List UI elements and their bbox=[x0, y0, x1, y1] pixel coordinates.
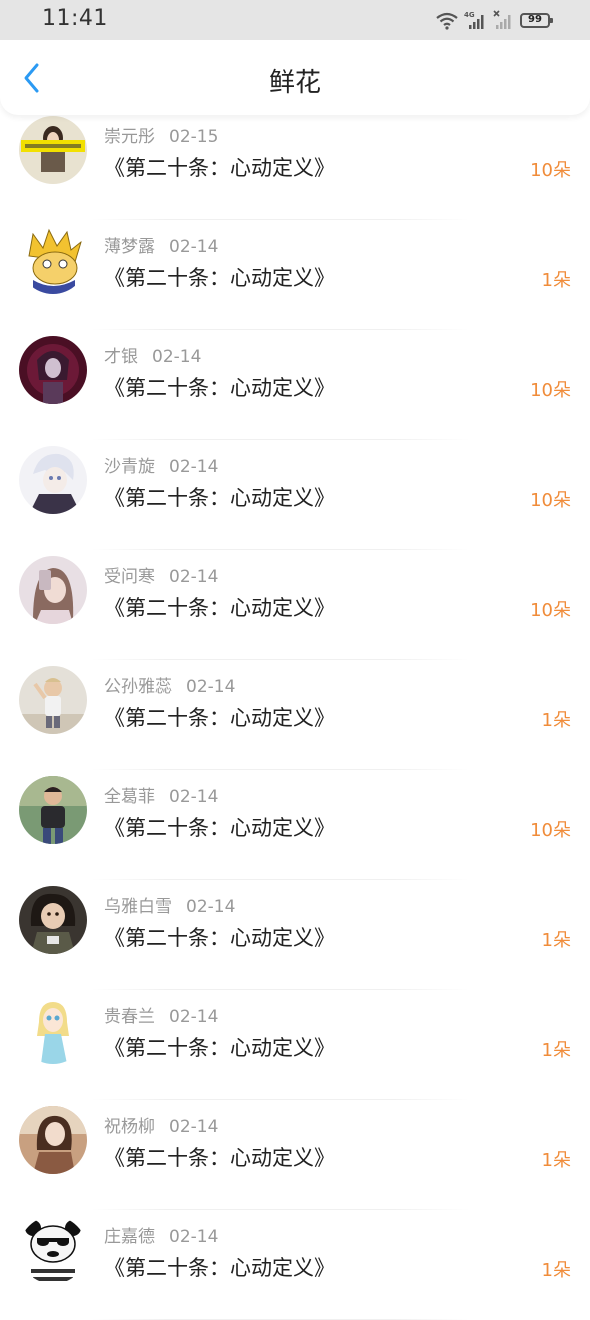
user-name: 庄嘉德 02-14 bbox=[104, 1222, 218, 1247]
avatar bbox=[19, 556, 87, 624]
list-item[interactable]: 崇元彤 02-15 《第二十条：心动定义》 10朵 bbox=[0, 110, 590, 220]
flower-record-list: 崇元彤 02-15 《第二十条：心动定义》 10朵 薄梦露 02-14 《第二十条：… bbox=[0, 110, 590, 1320]
avatar bbox=[19, 886, 87, 954]
user-name-text: 贵春兰 bbox=[104, 1007, 155, 1027]
user-name: 乌雅白雪 02-14 bbox=[104, 892, 235, 917]
battery-icon: 99 bbox=[520, 12, 553, 28]
record-date: 02-14 bbox=[169, 1227, 219, 1247]
wifi-icon bbox=[436, 12, 458, 30]
movie-title: 《第二十条：心动定义》 bbox=[104, 1036, 335, 1060]
user-name-text: 全葛菲 bbox=[104, 787, 155, 807]
flower-count: 10朵 bbox=[530, 820, 571, 841]
flower-count: 1朵 bbox=[541, 270, 571, 291]
flower-count: 1朵 bbox=[541, 710, 571, 731]
avatar bbox=[19, 116, 87, 184]
movie-title: 《第二十条：心动定义》 bbox=[104, 1256, 335, 1280]
user-name: 公孙雅蕊 02-14 bbox=[104, 672, 235, 697]
list-item[interactable]: 乌雅白雪 02-14 《第二十条：心动定义》 1朵 bbox=[0, 880, 590, 990]
avatar bbox=[19, 776, 87, 844]
record-date: 02-14 bbox=[169, 1007, 219, 1027]
user-name: 全葛菲 02-14 bbox=[104, 782, 218, 807]
status-bar: 11:41 4G 99 bbox=[0, 0, 590, 40]
movie-title: 《第二十条：心动定义》 bbox=[104, 266, 335, 290]
flower-count: 10朵 bbox=[530, 600, 571, 621]
movie-title: 《第二十条：心动定义》 bbox=[104, 596, 335, 620]
avatar bbox=[19, 446, 87, 514]
flower-count: 10朵 bbox=[530, 490, 571, 511]
record-date: 02-14 bbox=[152, 347, 202, 367]
user-name-text: 才银 bbox=[104, 347, 138, 367]
flower-count: 1朵 bbox=[541, 1150, 571, 1171]
user-name: 贵春兰 02-14 bbox=[104, 1002, 218, 1027]
movie-title: 《第二十条：心动定义》 bbox=[104, 706, 335, 730]
user-name: 受问寒 02-14 bbox=[104, 562, 218, 587]
movie-title: 《第二十条：心动定义》 bbox=[104, 816, 335, 840]
record-date: 02-14 bbox=[169, 787, 219, 807]
flower-count: 1朵 bbox=[541, 1040, 571, 1061]
flower-count: 10朵 bbox=[530, 160, 571, 181]
user-name-text: 沙青旋 bbox=[104, 457, 155, 477]
record-date: 02-14 bbox=[169, 567, 219, 587]
movie-title: 《第二十条：心动定义》 bbox=[104, 486, 335, 510]
record-date: 02-14 bbox=[169, 237, 219, 257]
list-item[interactable]: 贵春兰 02-14 《第二十条：心动定义》 1朵 bbox=[0, 990, 590, 1100]
svg-text:4G: 4G bbox=[464, 11, 475, 19]
movie-title: 《第二十条：心动定义》 bbox=[104, 1146, 335, 1170]
user-name: 崇元彤 02-15 bbox=[104, 122, 218, 147]
avatar bbox=[19, 336, 87, 404]
flower-count: 1朵 bbox=[541, 930, 571, 951]
avatar bbox=[19, 1106, 87, 1174]
page-title: 鲜花 bbox=[268, 68, 321, 98]
signal-no-service-icon bbox=[493, 10, 511, 29]
user-name: 薄梦露 02-14 bbox=[104, 232, 218, 257]
user-name: 才银 02-14 bbox=[104, 342, 201, 367]
record-date: 02-14 bbox=[169, 457, 219, 477]
user-name-text: 薄梦露 bbox=[104, 237, 155, 257]
signal-4g-icon: 4G bbox=[464, 11, 484, 29]
user-name: 祝杨柳 02-14 bbox=[104, 1112, 218, 1137]
avatar bbox=[19, 666, 87, 734]
list-item[interactable]: 公孙雅蕊 02-14 《第二十条：心动定义》 1朵 bbox=[0, 660, 590, 770]
status-time: 11:41 bbox=[42, 6, 108, 31]
user-name-text: 祝杨柳 bbox=[104, 1117, 155, 1137]
user-name-text: 公孙雅蕊 bbox=[104, 677, 172, 697]
list-item[interactable]: 沙青旋 02-14 《第二十条：心动定义》 10朵 bbox=[0, 440, 590, 550]
movie-title: 《第二十条：心动定义》 bbox=[104, 926, 335, 950]
avatar bbox=[19, 996, 87, 1064]
record-date: 02-14 bbox=[186, 897, 236, 917]
user-name-text: 受问寒 bbox=[104, 567, 155, 587]
list-item[interactable]: 才银 02-14 《第二十条：心动定义》 10朵 bbox=[0, 330, 590, 440]
header: 鲜花 bbox=[0, 40, 590, 115]
user-name-text: 崇元彤 bbox=[104, 127, 155, 147]
avatar bbox=[19, 1216, 87, 1284]
list-item[interactable]: 庄嘉德 02-14 《第二十条：心动定义》 1朵 bbox=[0, 1210, 590, 1320]
record-date: 02-14 bbox=[169, 1117, 219, 1137]
record-date: 02-14 bbox=[186, 677, 236, 697]
flower-count: 10朵 bbox=[530, 380, 571, 401]
user-name: 沙青旋 02-14 bbox=[104, 452, 218, 477]
list-item[interactable]: 薄梦露 02-14 《第二十条：心动定义》 1朵 bbox=[0, 220, 590, 330]
avatar bbox=[19, 226, 87, 294]
list-item[interactable]: 全葛菲 02-14 《第二十条：心动定义》 10朵 bbox=[0, 770, 590, 880]
list-item[interactable]: 祝杨柳 02-14 《第二十条：心动定义》 1朵 bbox=[0, 1100, 590, 1210]
flower-count: 1朵 bbox=[541, 1260, 571, 1281]
user-name-text: 乌雅白雪 bbox=[104, 897, 172, 917]
status-icons: 4G 99 bbox=[435, 9, 553, 31]
user-name-text: 庄嘉德 bbox=[104, 1227, 155, 1247]
record-date: 02-15 bbox=[169, 127, 219, 147]
battery-level: 99 bbox=[528, 14, 542, 25]
list-item[interactable]: 受问寒 02-14 《第二十条：心动定义》 10朵 bbox=[0, 550, 590, 660]
movie-title: 《第二十条：心动定义》 bbox=[104, 156, 335, 180]
movie-title: 《第二十条：心动定义》 bbox=[104, 376, 335, 400]
